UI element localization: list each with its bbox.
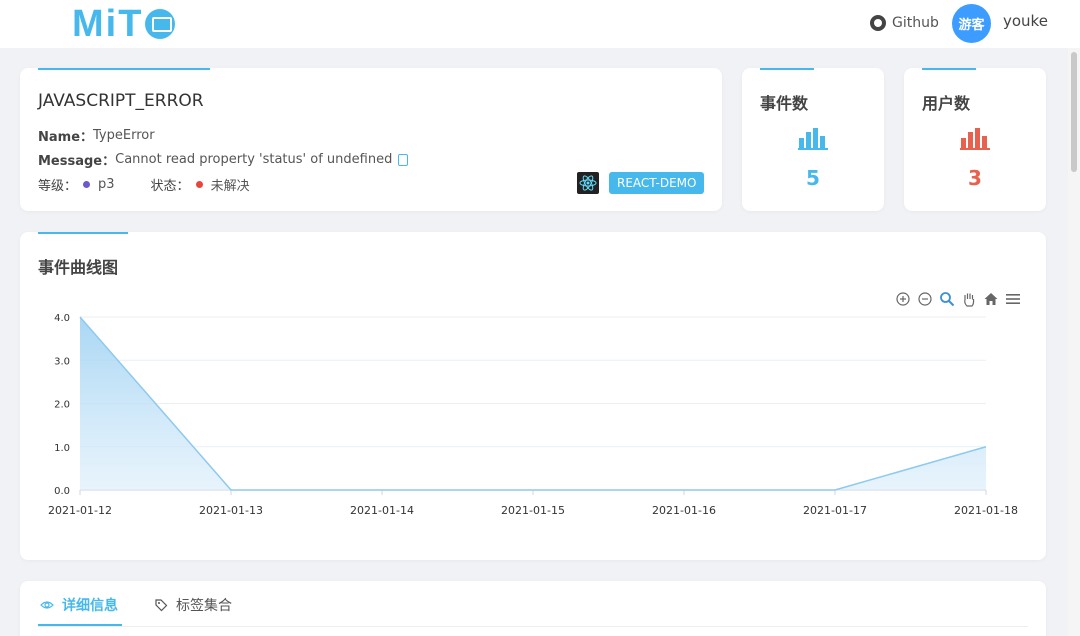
user-count-value: 3: [968, 166, 982, 190]
event-count-value: 5: [806, 166, 820, 190]
error-type-title: JAVASCRIPT_ERROR: [38, 91, 204, 111]
zoom-in-icon[interactable]: [895, 291, 911, 307]
card-accent-bar: [760, 68, 814, 70]
chart-toolbox: [895, 291, 1021, 307]
name-value: TypeError: [93, 128, 155, 143]
card-accent-bar: [38, 68, 210, 70]
level-dot-icon: [83, 181, 91, 188]
tab-details-label: 详细信息: [62, 598, 118, 614]
x-tick-label: 2021-01-17: [803, 504, 867, 517]
level-key: 等级：: [38, 179, 78, 194]
pan-hand-icon[interactable]: [961, 291, 977, 307]
top-header: MiT Github 游客 youke: [0, 0, 1080, 48]
y-tick-label: 0.0: [54, 486, 70, 497]
x-tick-label: 2021-01-12: [48, 504, 112, 517]
event-count-label: 事件数: [760, 94, 809, 113]
x-tick-label: 2021-01-15: [501, 504, 565, 517]
status-value: 未解决: [210, 179, 250, 194]
card-accent-bar: [922, 68, 976, 70]
event-curve-chart: 0.0 1.0 2.0 3.0 4.0 2021-01-12 2021-01-13 2021-…: [48, 313, 1018, 517]
event-curve-card: 事件曲线图 0.0 1.0 2.0 3.0 4.0 2021-01-12 2021-01-1…: [20, 232, 1046, 560]
mito-logo[interactable]: MiT: [72, 3, 176, 45]
username[interactable]: youke: [1003, 12, 1048, 30]
error-info-card: JAVASCRIPT_ERROR Name： TypeError Message…: [20, 68, 722, 211]
detail-tabs-card: 详细信息 标签集合: [20, 581, 1046, 636]
x-tick-label: 2021-01-13: [199, 504, 263, 517]
message-value: Cannot read property 'status' of undefin…: [115, 152, 393, 167]
status-key: 状态：: [150, 179, 190, 194]
project-tag[interactable]: REACT-DEMO: [609, 172, 705, 194]
name-key: Name：: [38, 130, 94, 145]
x-tick-label: 2021-01-18: [954, 504, 1018, 517]
logo-monitor-icon: [145, 9, 176, 39]
user-count-label: 用户数: [922, 94, 971, 113]
tab-details[interactable]: 详细信息: [40, 595, 118, 615]
level-value: p3: [98, 177, 115, 192]
error-name-row: Name： TypeError: [38, 126, 155, 145]
error-message-row: Message： Cannot read property 'status' o…: [38, 150, 409, 169]
zoom-out-icon[interactable]: [917, 291, 933, 307]
eye-icon: [40, 601, 54, 609]
error-meta-row: 等级： p3 状态： 未解决: [38, 175, 250, 194]
copy-icon[interactable]: [398, 153, 409, 166]
scrollbar-thumb[interactable]: [1071, 52, 1077, 172]
y-tick-label: 4.0: [54, 313, 70, 324]
y-tick-label: 1.0: [54, 443, 70, 454]
event-count-card: 事件数 5: [742, 68, 884, 211]
menu-icon[interactable]: [1005, 291, 1021, 307]
avatar[interactable]: 游客: [952, 4, 991, 43]
github-label: Github: [892, 15, 939, 31]
tab-tags-label: 标签集合: [176, 598, 232, 614]
github-icon: [870, 15, 886, 31]
tabs-divider: [38, 626, 1028, 627]
bar-chart-icon: [960, 128, 990, 150]
home-icon[interactable]: [983, 291, 999, 307]
logo-text: MiT: [72, 2, 144, 45]
status-dot-icon: [195, 181, 203, 188]
user-count-card: 用户数 3: [904, 68, 1046, 211]
page-scrollbar[interactable]: [1068, 48, 1080, 636]
message-key: Message：: [38, 154, 116, 169]
y-tick-label: 2.0: [54, 400, 70, 411]
bar-chart-icon: [798, 128, 828, 150]
tab-tags[interactable]: 标签集合: [154, 595, 232, 615]
x-tick-label: 2021-01-16: [652, 504, 716, 517]
react-icon: [577, 172, 599, 194]
y-tick-label: 3.0: [54, 356, 70, 367]
x-tick-label: 2021-01-14: [350, 504, 414, 517]
github-link[interactable]: Github: [870, 13, 939, 33]
tag-icon: [155, 599, 168, 612]
magnifier-icon[interactable]: [939, 291, 955, 307]
